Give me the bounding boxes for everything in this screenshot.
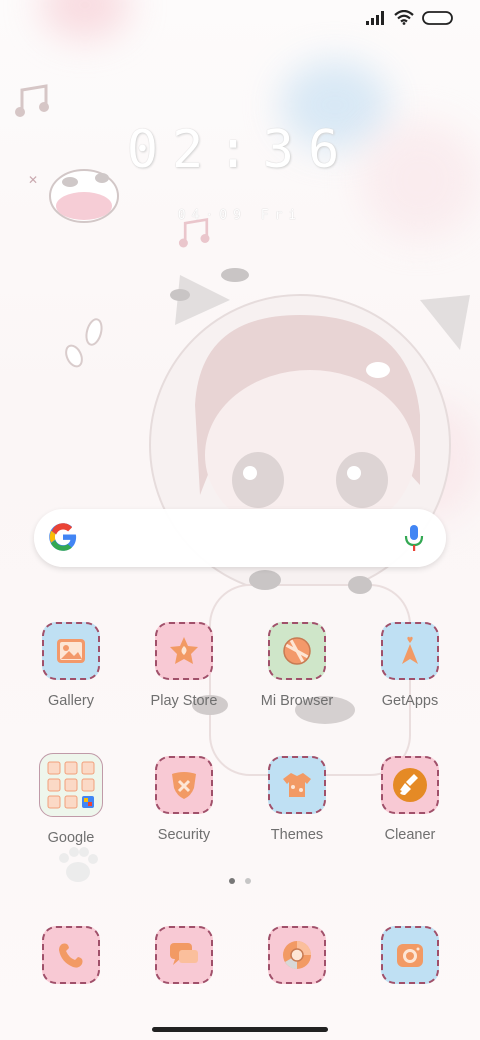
signal-icon — [366, 10, 384, 25]
exclamation-doodle-icon — [65, 318, 103, 368]
themes-icon — [268, 756, 326, 814]
dock-phone[interactable] — [15, 926, 127, 984]
clock-time[interactable]: 02:36 — [0, 120, 480, 180]
getapps-icon — [381, 622, 439, 680]
phone-icon — [42, 926, 100, 984]
battery-icon — [422, 10, 453, 25]
app-label: Security — [157, 827, 211, 843]
page-indicator — [0, 878, 480, 884]
google-search-bar[interactable] — [34, 509, 446, 567]
security-icon — [155, 756, 213, 814]
camera-icon — [381, 926, 439, 984]
app-cleaner[interactable]: Cleaner — [354, 756, 466, 843]
app-label: Play Store — [150, 693, 218, 709]
messages-icon — [155, 926, 213, 984]
app-label: Gallery — [48, 693, 94, 709]
wifi-icon — [394, 10, 414, 25]
dock-camera[interactable] — [354, 926, 466, 984]
dock-chrome[interactable] — [241, 926, 353, 984]
app-themes[interactable]: Themes — [241, 756, 353, 843]
chrome-icon — [268, 926, 326, 984]
mi-browser-icon — [268, 622, 326, 680]
play-store-icon — [155, 622, 213, 680]
app-getapps[interactable]: GetApps — [354, 622, 466, 709]
app-google-folder[interactable]: Google — [15, 753, 127, 846]
gallery-icon — [42, 622, 100, 680]
cleaner-icon — [381, 756, 439, 814]
app-gallery[interactable]: Gallery — [15, 622, 127, 709]
status-bar — [366, 10, 454, 25]
page-dot-active[interactable] — [229, 878, 235, 884]
app-label: Mi Browser — [260, 693, 334, 709]
app-label: Google — [47, 830, 95, 846]
app-label: GetApps — [381, 693, 439, 709]
google-logo-icon — [49, 523, 77, 551]
app-play-store[interactable]: Play Store — [128, 622, 240, 709]
music-note-icon — [15, 84, 49, 117]
app-label: Themes — [270, 827, 324, 843]
app-security[interactable]: Security — [128, 756, 240, 843]
google-folder-icon — [39, 753, 103, 817]
clock-date[interactable]: 04·09 Fri — [0, 208, 480, 223]
dock-messages[interactable] — [128, 926, 240, 984]
page-dot[interactable] — [245, 878, 251, 884]
app-label: Cleaner — [384, 827, 436, 843]
gesture-navigation-bar[interactable] — [152, 1027, 328, 1032]
microphone-icon[interactable] — [404, 524, 424, 552]
app-mi-browser[interactable]: Mi Browser — [241, 622, 353, 709]
